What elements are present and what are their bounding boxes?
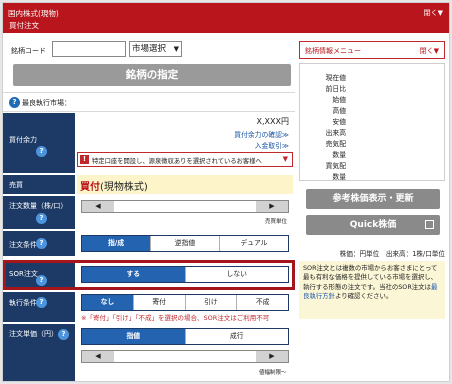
quick-quote-label: Quick株価 (349, 220, 397, 230)
trade-value-cell: 買付(現物株式) (77, 175, 293, 194)
quote-label: 売気配 (325, 140, 346, 148)
quote-label: 現在値 (325, 74, 346, 82)
option-open[interactable]: 寄付 (132, 295, 185, 310)
warning-icon: ! (80, 155, 89, 164)
buying-power-label: 買付余力 (9, 136, 37, 144)
option-dual[interactable]: デュアル (219, 236, 288, 251)
specify-stock-button[interactable]: 銘柄の指定 (13, 64, 291, 86)
order-price-toggle[interactable]: 指値 成行 (81, 328, 289, 345)
unit-caption: 株価：円単位 出来高：1株/口単位 (339, 250, 445, 258)
header-bar: 国内株式(現物) 買付注文 閉く▼ (3, 3, 449, 33)
option-stop[interactable]: 逆指値 (150, 236, 219, 251)
header-category: 国内株式(現物) (8, 9, 59, 18)
stock-info-menu-label: 銘柄情報メニュー (305, 47, 361, 55)
option-funari[interactable]: 不成 (236, 295, 288, 310)
order-price-label-cell: 注文単価（円） ? (3, 324, 75, 381)
tax-account-warning[interactable]: ! 特定口座を開設し、源泉徴収ありを選択されているお客様へ ▼ (77, 152, 293, 167)
quantity-stepper[interactable]: ◀ ▶ (81, 200, 289, 213)
order-condition-label: 注文条件 (9, 241, 37, 249)
order-price-label: 注文単価（円） (9, 330, 58, 338)
quote-label: 数量 (332, 151, 346, 159)
market-select[interactable]: 市場選択 ▼ (129, 41, 182, 57)
stock-code-input[interactable] (52, 41, 126, 57)
order-condition-toggle[interactable]: 指/成 逆指値 デュアル (81, 235, 289, 252)
order-condition-label-cell: 注文条件 ? (3, 231, 75, 256)
price-limit-caption: 値幅制限～ (259, 370, 287, 376)
exec-condition-toggle[interactable]: なし 寄付 引け 不成 (81, 294, 289, 311)
quote-label: 出来高 (325, 129, 346, 137)
sor-highlight-frame (3, 260, 295, 290)
quote-label: 高値 (332, 107, 346, 115)
chevron-down-icon: ▼ (173, 45, 179, 53)
trade-unit-caption: 売買単位 (265, 219, 288, 225)
trade-label-cell: 売買 (3, 175, 75, 194)
stock-info-menu-toggle[interactable]: 閉く▼ (420, 46, 439, 56)
option-limit[interactable]: 指値 (82, 329, 185, 344)
exec-condition-note: ※「寄付」「引け」「不成」を選択の場合、SOR注文はご利用不可 (81, 314, 270, 322)
quantity-label: 注文数量（株/口） (9, 202, 68, 210)
quick-quote-button[interactable]: Quick株価 (306, 215, 440, 235)
decrement-button[interactable]: ◀ (82, 201, 114, 212)
warning-expand-arrow[interactable]: ▼ (283, 155, 288, 163)
quote-label: 数量 (332, 173, 346, 181)
page-title: 買付注文 (9, 21, 39, 30)
price-stepper[interactable]: ◀ ▶ (81, 350, 289, 363)
exec-condition-label: 執行条件 (9, 299, 37, 307)
trade-label: 売買 (9, 181, 23, 189)
trade-suffix: (現物株式) (100, 182, 148, 193)
market-select-value: 市場選択 (132, 44, 167, 54)
best-exec-market-label: 最良執行市場： (22, 99, 71, 107)
buying-power-amount: X,XXX円 (256, 117, 289, 126)
sor-info-box: SOR注文とは複数の市場からお客さまにとって最も有利な価格を提供している市場を選… (299, 261, 445, 319)
tax-account-warning-text: 特定口座を開設し、源泉徴収ありを選択されているお客様へ (92, 158, 262, 165)
help-icon[interactable]: ? (9, 97, 20, 108)
trade-value: 買付(現物株式) (80, 178, 148, 193)
help-icon[interactable]: ? (36, 146, 47, 157)
buying-power-label-cell: 買付余力 ? (3, 113, 75, 173)
popup-window-icon (425, 220, 434, 229)
option-close[interactable]: 引け (184, 295, 237, 310)
quote-label: 安値 (332, 118, 346, 126)
quote-label: 買気配 (325, 162, 346, 170)
increment-button[interactable]: ▶ (256, 201, 288, 212)
option-none[interactable]: なし (82, 295, 133, 310)
increment-button[interactable]: ▶ (256, 351, 288, 362)
help-icon[interactable]: ? (36, 213, 47, 224)
deposit-link[interactable]: 入金取引≫ (255, 140, 289, 150)
option-limit-market[interactable]: 指/成 (82, 236, 150, 251)
order-window: 国内株式(現物) 買付注文 閉く▼ 銘柄コード 市場選択 ▼ 銘柄情報メニュー … (2, 2, 450, 382)
stock-info-menu[interactable]: 銘柄情報メニュー 閉く▼ (299, 41, 445, 59)
quote-label: 始値 (332, 96, 346, 104)
code-label: 銘柄コード (11, 47, 46, 55)
buying-power-value-cell: X,XXX円 買付余力の確認≫ 入金取引≫ ! 特定口座を開設し、源泉徴収ありを… (77, 113, 293, 181)
sor-info-text-2: 当社のSOR注文は (379, 282, 431, 291)
quote-panel: 現在値 前日比 始値 高値 安値 出来高 売気配 数量 買気配 数量 (299, 63, 445, 181)
help-icon[interactable]: ? (36, 297, 47, 308)
best-exec-market-row: ? 最良執行市場： (3, 92, 295, 112)
refresh-quote-button[interactable]: 参考株価表示・更新 (306, 189, 440, 209)
collapse-toggle[interactable]: 閉く▼ (424, 8, 443, 18)
help-icon[interactable]: ? (36, 238, 47, 249)
trade-side: 買付 (80, 182, 100, 193)
exec-condition-label-cell: 執行条件 ? (3, 292, 75, 322)
help-icon[interactable]: ? (58, 329, 69, 340)
quote-label: 前日比 (325, 85, 346, 93)
quantity-label-cell: 注文数量（株/口） ? (3, 196, 75, 229)
sor-info-text-3: より確認ください。 (334, 291, 393, 300)
decrement-button[interactable]: ◀ (82, 351, 114, 362)
buying-power-check-link[interactable]: 買付余力の確認≫ (234, 129, 289, 139)
option-market[interactable]: 成行 (184, 329, 289, 344)
